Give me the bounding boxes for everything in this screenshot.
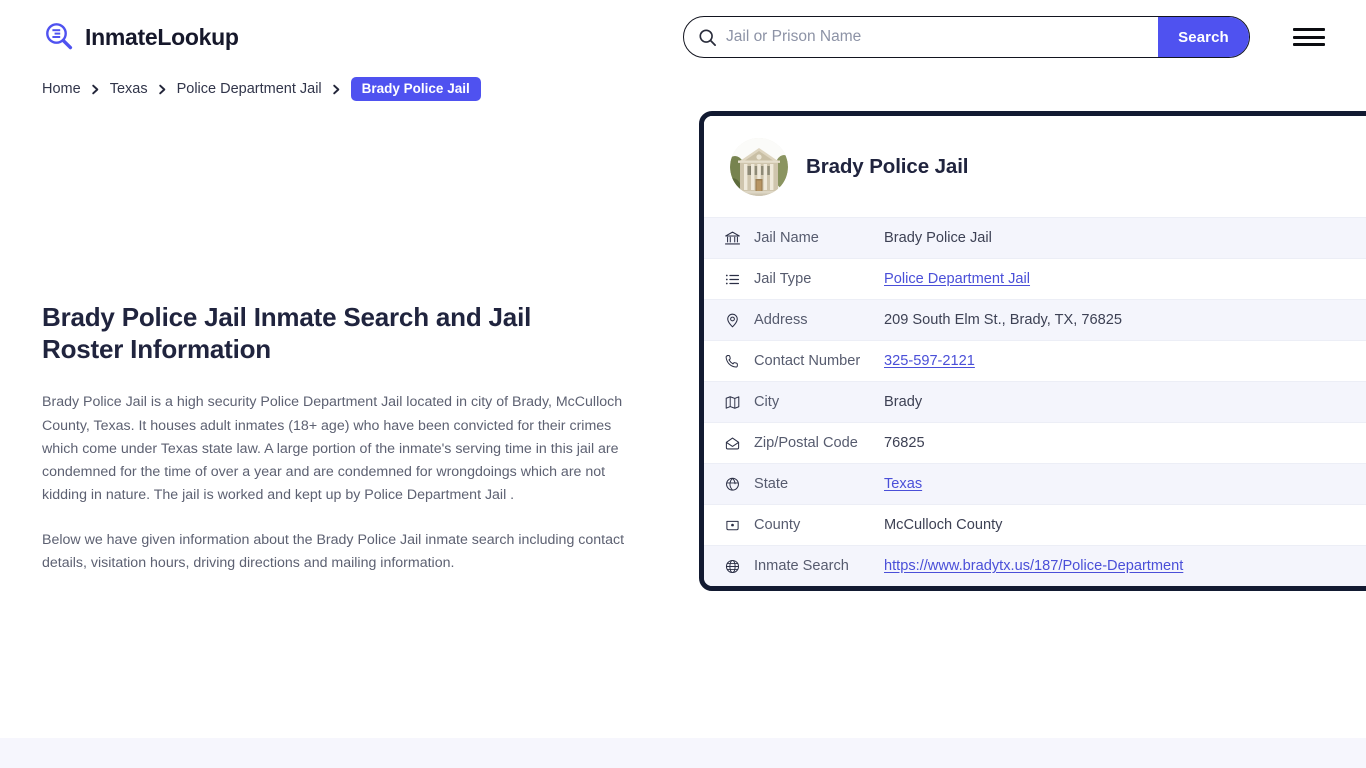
- info-card-header: Brady Police Jail: [704, 116, 1366, 217]
- table-row: Jail Type Police Department Jail: [704, 258, 1366, 299]
- inmate-search-link[interactable]: https://www.bradytx.us/187/Police-Depart…: [884, 558, 1183, 574]
- row-label: Jail Name: [754, 230, 819, 246]
- page-title: Brady Police Jail Inmate Search and Jail…: [42, 302, 532, 365]
- breadcrumb-item-police-department-jail[interactable]: Police Department Jail: [177, 81, 322, 97]
- row-value: 209 South Elm St., Brady, TX, 76825: [884, 312, 1122, 328]
- article-column: Brady Police Jail Inmate Search and Jail…: [42, 301, 642, 597]
- search-bar[interactable]: Search: [683, 16, 1250, 58]
- search-button[interactable]: Search: [1158, 17, 1249, 57]
- magnifier-list-icon: [42, 20, 76, 54]
- state-link[interactable]: Texas: [884, 476, 922, 492]
- row-label: Inmate Search: [754, 558, 849, 574]
- table-row: County McCulloch County: [704, 504, 1366, 545]
- site-logo[interactable]: InmateLookup: [42, 20, 239, 54]
- row-value: McCulloch County: [884, 517, 1003, 533]
- search-icon: [684, 17, 722, 57]
- row-value: Brady Police Jail: [884, 230, 992, 246]
- row-label: State: [754, 476, 789, 492]
- hamburger-bar: [1293, 35, 1325, 39]
- jail-info-card: Brady Police Jail Jail Name Brady Police…: [699, 111, 1366, 591]
- breadcrumb-current-page: Brady Police Jail: [350, 77, 481, 101]
- breadcrumb-item-texas[interactable]: Texas: [110, 81, 148, 97]
- article-paragraph-1: Brady Police Jail is a high security Pol…: [42, 394, 623, 504]
- logo-text: InmateLookup: [85, 23, 239, 50]
- hamburger-bar: [1293, 28, 1325, 31]
- chevron-right-icon: [90, 84, 101, 95]
- folded-map-icon: [724, 394, 754, 411]
- map-pin-icon: [724, 312, 754, 329]
- chevron-right-icon: [157, 84, 168, 95]
- row-value: 76825: [884, 435, 925, 451]
- breadcrumb: Home Texas Police Department Jail Brady …: [42, 74, 1366, 101]
- table-row: State Texas: [704, 463, 1366, 504]
- row-value: 325-597-2121: [884, 353, 975, 369]
- globe-pin-icon: [724, 476, 754, 493]
- table-row: Zip/Postal Code 76825: [704, 422, 1366, 463]
- row-label: Contact Number: [754, 353, 861, 369]
- search-input[interactable]: [722, 17, 1158, 57]
- table-row: Contact Number 325-597-2121: [704, 340, 1366, 381]
- phone-icon: [724, 353, 754, 370]
- table-row: Jail Name Brady Police Jail: [704, 217, 1366, 258]
- chevron-right-icon: [331, 84, 342, 95]
- table-row: Address 209 South Elm St., Brady, TX, 76…: [704, 299, 1366, 340]
- hamburger-bar: [1293, 43, 1325, 46]
- main-content: Brady Police Jail Inmate Search and Jail…: [0, 101, 1366, 765]
- row-value: Brady: [884, 394, 923, 410]
- row-value: Police Department Jail: [884, 271, 1030, 287]
- contact-number-link[interactable]: 325-597-2121: [884, 353, 975, 369]
- county-marker-icon: [724, 517, 754, 534]
- list-icon: [724, 271, 754, 288]
- info-card-title: Brady Police Jail: [806, 155, 969, 178]
- row-label: Jail Type: [754, 271, 812, 287]
- bank-building-icon: [724, 230, 754, 247]
- jail-type-link[interactable]: Police Department Jail: [884, 271, 1030, 287]
- row-label: Zip/Postal Code: [754, 435, 858, 451]
- row-label: City: [754, 394, 780, 410]
- table-row: Inmate Search https://www.bradytx.us/187…: [704, 545, 1366, 586]
- table-row: City Brady: [704, 381, 1366, 422]
- envelope-icon: [724, 435, 754, 452]
- hamburger-menu-icon[interactable]: [1293, 25, 1325, 49]
- breadcrumb-item-home[interactable]: Home: [42, 81, 81, 97]
- globe-icon: [724, 558, 754, 575]
- site-header: InmateLookup Search: [0, 0, 1366, 74]
- courthouse-photo-avatar: [730, 138, 788, 196]
- row-value: Texas: [884, 476, 922, 492]
- row-label: Address: [754, 312, 808, 328]
- row-value: https://www.bradytx.us/187/Police-Depart…: [884, 558, 1183, 574]
- footer-section: [0, 738, 1366, 768]
- article-paragraph-2: Below we have given information about th…: [42, 532, 625, 572]
- row-label: County: [754, 517, 801, 533]
